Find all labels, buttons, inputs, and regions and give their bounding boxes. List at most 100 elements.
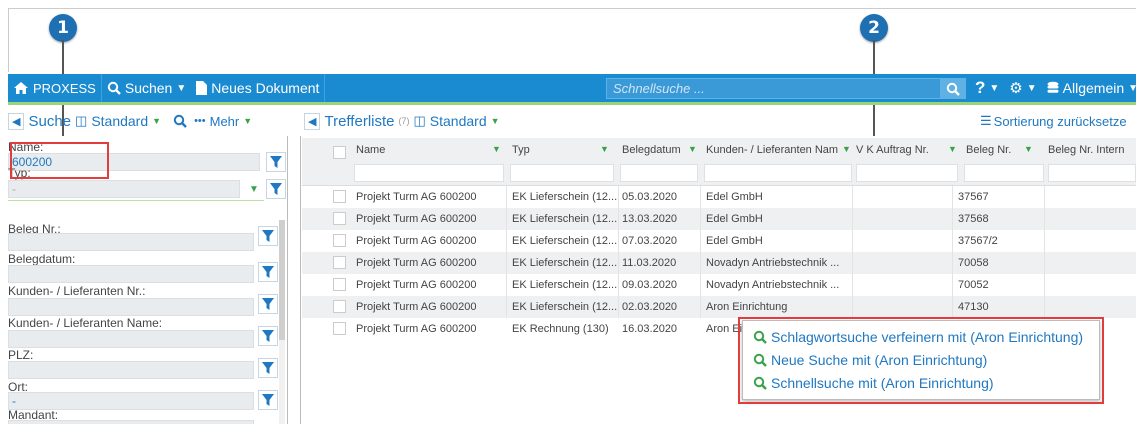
- settings-menu[interactable]: ⚙ ▼: [1004, 79, 1041, 97]
- quicksearch-button[interactable]: [940, 78, 966, 99]
- row-checkbox[interactable]: [333, 322, 346, 335]
- search-panel-scrollbar[interactable]: [279, 220, 285, 424]
- cell-customer: Aron Ei: [706, 323, 743, 335]
- filter-dropdown-icon[interactable]: ▼: [688, 144, 697, 154]
- table-row[interactable]: Projekt Turm AG 600200 EK Lieferschein (…: [302, 252, 1136, 274]
- col-receipt-no[interactable]: Beleg Nr.: [966, 144, 1016, 156]
- row-checkbox[interactable]: [333, 212, 346, 225]
- cell-customer: Edel GmbH: [706, 213, 763, 225]
- col-date[interactable]: Belegdatum: [622, 144, 686, 156]
- filter-dropdown-icon[interactable]: ▼: [492, 144, 501, 154]
- filter-icon[interactable]: [266, 152, 286, 172]
- cell-type: EK Lieferschein (12...: [512, 235, 618, 247]
- cell-date: 07.03.2020: [622, 235, 678, 247]
- table-row[interactable]: Projekt Turm AG 600200 EK Lieferschein (…: [302, 186, 1136, 208]
- column-filter-input[interactable]: [964, 164, 1044, 182]
- col-order-no[interactable]: V K Auftrag Nr.: [856, 144, 948, 156]
- chevron-down-icon: ▼: [1026, 82, 1037, 94]
- quicksearch-input[interactable]: Schnellsuche ...: [606, 78, 966, 99]
- select-all-checkbox[interactable]: [333, 146, 346, 159]
- filter-dropdown-icon[interactable]: ▼: [1024, 144, 1033, 154]
- home-icon: [14, 82, 28, 94]
- results-title: Trefferliste: [324, 112, 395, 130]
- search-view-selector[interactable]: Standard: [91, 113, 148, 129]
- filter-icon[interactable]: [258, 358, 278, 378]
- client-field[interactable]: [8, 420, 254, 424]
- column-filter-input[interactable]: [620, 164, 698, 182]
- help-icon: ?: [975, 78, 986, 97]
- caret-down-icon[interactable]: ▼: [491, 116, 500, 126]
- reset-sort-button[interactable]: ☰ Sortierung zurücksetze: [980, 113, 1127, 129]
- main-menubar: PROXESS Suchen ▼ Neues Dokument Schnells…: [8, 74, 1136, 102]
- filter-icon[interactable]: [266, 179, 286, 199]
- filter-dropdown-icon[interactable]: ▼: [600, 144, 609, 154]
- callout-1: 1: [49, 14, 77, 42]
- column-filter-input[interactable]: [704, 164, 852, 182]
- row-checkbox[interactable]: [333, 256, 346, 269]
- cell-customer: Novadyn Antriebstechnik ...: [706, 279, 840, 291]
- new-document-button[interactable]: Neues Dokument: [191, 80, 324, 96]
- filter-icon[interactable]: [258, 294, 278, 314]
- filter-icon[interactable]: [258, 390, 278, 410]
- cell-receipt-no: 37567: [958, 191, 989, 203]
- divider: [324, 74, 326, 102]
- home-button[interactable]: PROXESS: [8, 81, 101, 96]
- search-menu[interactable]: Suchen ▼: [102, 80, 191, 96]
- cell-name: Projekt Turm AG 600200: [356, 191, 477, 203]
- caret-down-icon[interactable]: ▼: [243, 116, 252, 126]
- customer-no-field[interactable]: [8, 298, 254, 316]
- more-menu[interactable]: Mehr: [210, 114, 240, 129]
- grid-header: Name ▼ Typ ▼ Belegdatum ▼ Kunden- / Lief…: [302, 138, 1136, 186]
- column-separator: [852, 184, 853, 318]
- cell-date: 02.03.2020: [622, 301, 678, 313]
- search-icon[interactable]: [173, 114, 187, 128]
- scrollbar-thumb[interactable]: [279, 220, 285, 340]
- row-checkbox[interactable]: [333, 300, 346, 313]
- column-filter-input[interactable]: [1048, 164, 1136, 182]
- help-menu[interactable]: ? ▼: [970, 78, 1004, 98]
- row-checkbox[interactable]: [333, 278, 346, 291]
- filter-icon[interactable]: [258, 262, 278, 282]
- type-dropdown-icon[interactable]: ▼: [246, 179, 262, 199]
- zip-field[interactable]: [8, 361, 254, 379]
- row-checkbox[interactable]: [333, 234, 346, 247]
- column-separator: [1044, 184, 1045, 318]
- table-row[interactable]: Projekt Turm AG 600200 EK Lieferschein (…: [302, 208, 1136, 230]
- customer-name-field[interactable]: [8, 330, 254, 348]
- cell-receipt-no: 37567/2: [958, 235, 998, 247]
- type-field[interactable]: -: [8, 180, 240, 198]
- filter-dropdown-icon[interactable]: ▼: [948, 144, 957, 154]
- cell-type: EK Lieferschein (12...: [512, 301, 618, 313]
- panel-splitter[interactable]: [300, 136, 301, 424]
- table-row[interactable]: Projekt Turm AG 600200 EK Lieferschein (…: [302, 296, 1136, 318]
- receipt-no-field[interactable]: [8, 233, 254, 251]
- col-receipt-no-internal[interactable]: Beleg Nr. Intern: [1048, 144, 1136, 156]
- column-separator: [618, 184, 619, 318]
- col-name[interactable]: Name: [356, 144, 486, 156]
- caret-down-icon[interactable]: ▼: [152, 116, 161, 126]
- profile-menu[interactable]: Allgemein ▼: [1042, 80, 1136, 96]
- collapse-left-icon[interactable]: ◀: [304, 112, 321, 130]
- cell-type: EK Rechnung (130): [512, 323, 609, 335]
- chevron-down-icon: ▼: [176, 82, 187, 94]
- row-checkbox[interactable]: [333, 190, 346, 203]
- receipt-date-field[interactable]: [8, 265, 254, 283]
- cell-customer: Edel GmbH: [706, 191, 763, 203]
- column-filter-input[interactable]: [510, 164, 614, 182]
- filter-dropdown-icon[interactable]: ▼: [842, 144, 851, 154]
- table-row[interactable]: Projekt Turm AG 600200 EK Lieferschein (…: [302, 230, 1136, 252]
- cell-date: 11.03.2020: [622, 257, 677, 269]
- table-row[interactable]: Projekt Turm AG 600200 EK Lieferschein (…: [302, 274, 1136, 296]
- col-type[interactable]: Typ: [512, 144, 592, 156]
- field-label-customer-name: Kunden- / Lieferanten Name:: [8, 316, 163, 330]
- filter-icon[interactable]: [258, 226, 278, 246]
- cell-receipt-no: 47130: [958, 301, 989, 313]
- results-panel-toolbar: ◀ Trefferliste (7) ◫ Standard ▼: [304, 112, 500, 130]
- column-filter-input[interactable]: [354, 164, 504, 182]
- collapse-left-icon[interactable]: ◀: [8, 112, 25, 130]
- col-customer-name[interactable]: Kunden- / Lieferanten Nam: [706, 144, 842, 156]
- results-view-selector[interactable]: Standard: [430, 113, 487, 129]
- gear-icon: ⚙: [1009, 80, 1023, 97]
- filter-icon[interactable]: [258, 326, 278, 346]
- column-filter-input[interactable]: [856, 164, 958, 182]
